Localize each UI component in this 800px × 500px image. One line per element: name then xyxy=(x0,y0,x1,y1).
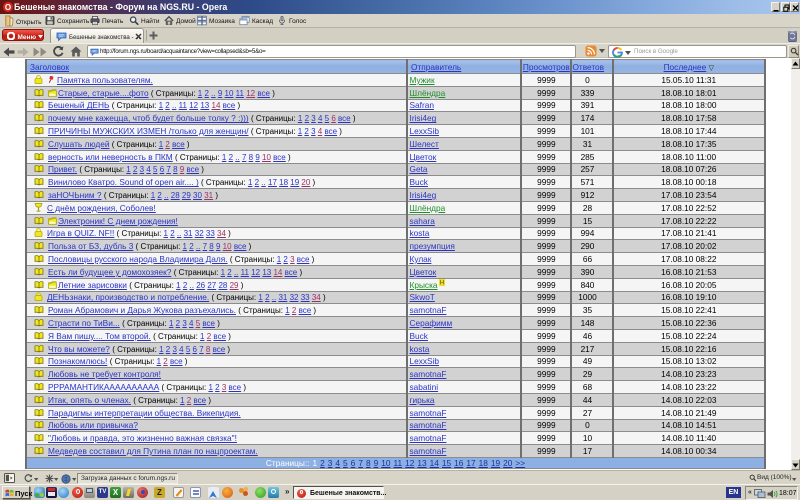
svg-text:Н: Н xyxy=(439,281,443,286)
svg-text:O: O xyxy=(5,3,11,12)
